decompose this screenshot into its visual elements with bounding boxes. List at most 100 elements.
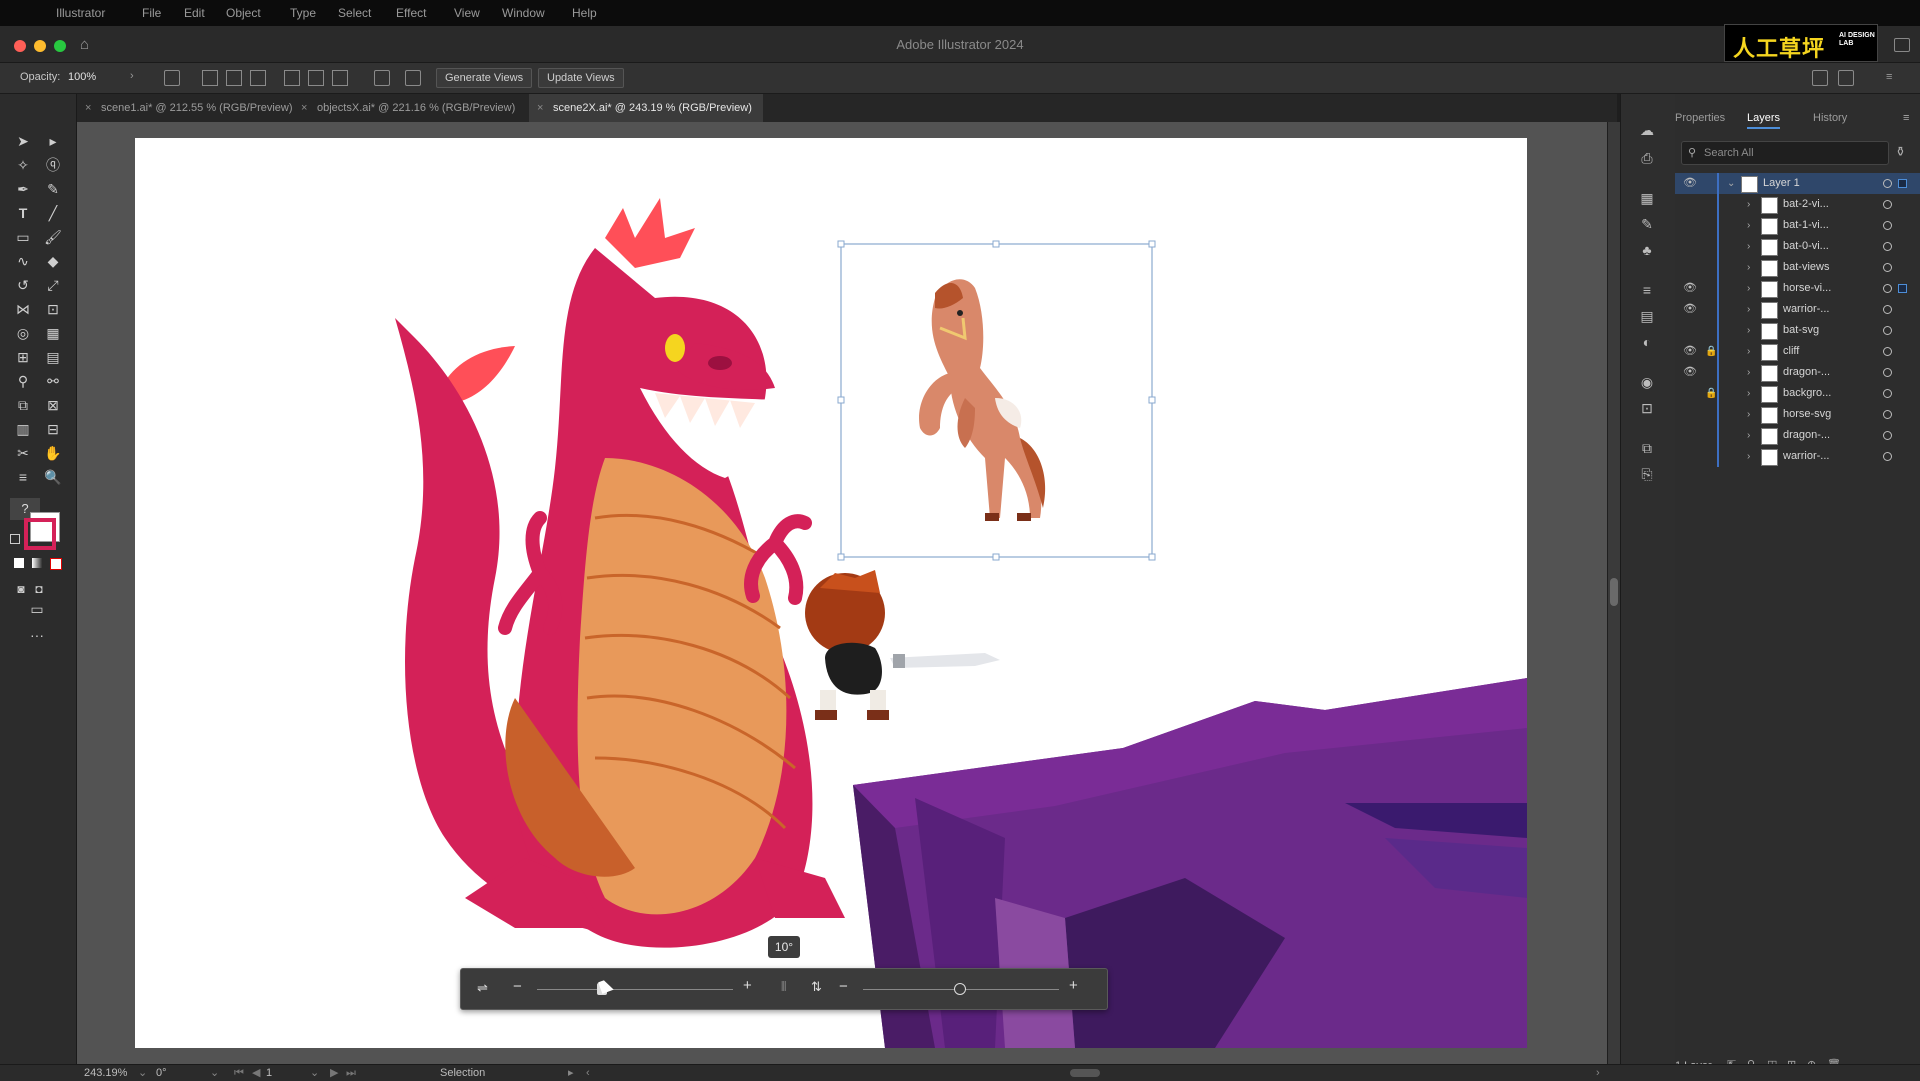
layer-name[interactable]: bat-views	[1783, 257, 1829, 278]
recolor-icon[interactable]	[164, 70, 180, 86]
search-input[interactable]: Search All	[1704, 142, 1754, 164]
layer-name[interactable]: bat-1-vi...	[1783, 215, 1829, 236]
menu-effect[interactable]: Effect	[396, 6, 426, 20]
layer-name[interactable]: bat-2-vi...	[1783, 194, 1829, 215]
lasso-tool-icon[interactable]: ⓠ	[42, 154, 64, 176]
zoom-level[interactable]: 243.19%	[84, 1065, 127, 1081]
target-icon[interactable]	[1883, 242, 1892, 251]
layer-name[interactable]: horse-vi...	[1783, 278, 1831, 299]
target-icon[interactable]	[1883, 200, 1892, 209]
layer-name[interactable]: bat-0-vi...	[1783, 236, 1829, 257]
tab-properties[interactable]: Properties	[1675, 112, 1725, 124]
chevron-down-icon[interactable]: ⌄	[310, 1065, 319, 1081]
curvature-tool-icon[interactable]: ✎	[42, 178, 64, 200]
layer-row[interactable]: 👁 › warrior-...	[1675, 299, 1920, 320]
rotate-tool-icon[interactable]: ↺	[12, 274, 34, 296]
target-icon[interactable]	[1883, 389, 1892, 398]
layer-row[interactable]: 👁 › horse-vi...	[1675, 278, 1920, 299]
chevron-right-icon[interactable]: ›	[1747, 194, 1750, 215]
chevron-down-icon[interactable]: ⌄	[138, 1065, 147, 1081]
rectangle-tool-icon[interactable]: ▭	[12, 226, 34, 248]
visibility-eye-icon[interactable]: 👁	[1683, 173, 1697, 194]
align-top-icon[interactable]	[284, 70, 300, 86]
draw-behind-icon[interactable]: ◘	[28, 578, 50, 600]
gradient-icon[interactable]: ▤	[1638, 308, 1656, 324]
arrange-icon[interactable]	[1812, 70, 1828, 86]
transform-icon[interactable]	[374, 70, 390, 86]
arrange-panel-icon[interactable]	[1894, 38, 1910, 52]
target-icon[interactable]	[1883, 326, 1892, 335]
selection-indicator[interactable]	[1898, 284, 1907, 293]
target-icon[interactable]	[1883, 410, 1892, 419]
default-colors-icon[interactable]	[10, 534, 20, 544]
sliders-icon[interactable]: ⇌	[477, 980, 488, 996]
shaper-tool-icon[interactable]: ∿	[12, 250, 34, 272]
swatches-icon[interactable]: ▦	[1638, 190, 1656, 206]
layer-row[interactable]: 🔒 › backgro...	[1675, 383, 1920, 404]
shape-builder-tool-icon[interactable]: ◎	[12, 322, 34, 344]
horse-artwork[interactable]	[919, 279, 1046, 521]
libraries-icon[interactable]: ☁	[1638, 122, 1656, 138]
chevron-right-icon[interactable]: ›	[1747, 404, 1750, 425]
visibility-eye-icon[interactable]: 👁	[1683, 278, 1697, 299]
align-middle-icon[interactable]	[308, 70, 324, 86]
tab-layers[interactable]: Layers	[1747, 112, 1781, 129]
tab-objectsx[interactable]: × objectsX.ai* @ 221.16 % (RGB/Preview)	[293, 94, 553, 122]
target-icon[interactable]	[1883, 221, 1892, 230]
update-views-button[interactable]: Update Views	[538, 68, 624, 88]
selection-indicator[interactable]	[1898, 179, 1907, 188]
stroke-icon[interactable]: ≡	[1638, 282, 1656, 298]
align-left-icon[interactable]	[202, 70, 218, 86]
menu-window[interactable]: Window	[502, 6, 545, 20]
artboard-number[interactable]: 1	[266, 1065, 272, 1081]
target-icon[interactable]	[1883, 179, 1892, 188]
chevron-right-icon[interactable]: ›	[1747, 320, 1750, 341]
layer-name[interactable]: cliff	[1783, 341, 1799, 362]
symbols-icon[interactable]: ♣	[1638, 242, 1656, 258]
flip-icon[interactable]: ⫴	[781, 979, 786, 995]
visibility-eye-icon[interactable]: 👁	[1683, 299, 1697, 320]
layer-name[interactable]: warrior-...	[1783, 299, 1829, 320]
gradient-tool-icon[interactable]: ▤	[42, 346, 64, 368]
mesh-tool-icon[interactable]: ⊞	[12, 346, 34, 368]
selection-tool-icon[interactable]: ➤	[12, 130, 34, 152]
blend-tool-icon[interactable]: ⧉	[12, 394, 34, 416]
scale-tool-icon[interactable]: ⤢	[42, 274, 64, 296]
filter-icon[interactable]: ⚱	[1895, 144, 1906, 160]
layer-name[interactable]: warrior-...	[1783, 446, 1829, 467]
paintbrush-tool-icon[interactable]: 🖌	[42, 226, 64, 248]
slice-tool-icon[interactable]: ✂	[12, 442, 34, 464]
layer-name[interactable]: dragon-...	[1783, 425, 1830, 446]
layer-name[interactable]: backgro...	[1783, 383, 1831, 404]
close-tab-icon[interactable]: ×	[85, 94, 91, 122]
layer-name[interactable]: Layer 1	[1763, 173, 1800, 194]
layer-name[interactable]: horse-svg	[1783, 404, 1831, 425]
visibility-eye-icon[interactable]: 👁	[1683, 341, 1697, 362]
layer-row[interactable]: 👁 ⌄ Layer 1	[1675, 173, 1920, 194]
chevron-down-icon[interactable]: ⌄	[1727, 173, 1735, 194]
layer-row[interactable]: › bat-0-vi...	[1675, 236, 1920, 257]
chevron-right-icon[interactable]: ›	[1747, 425, 1750, 446]
layer-name[interactable]: bat-svg	[1783, 320, 1819, 341]
distribute-icon[interactable]	[1838, 70, 1854, 86]
type-tool-icon[interactable]: T	[12, 202, 34, 224]
chevron-right-icon[interactable]: ›	[1747, 278, 1750, 299]
prev-artboard-icon[interactable]: ◀	[252, 1065, 260, 1081]
pen-tool-icon[interactable]: ✒	[12, 178, 34, 200]
hand-tool-icon[interactable]: ✋	[42, 442, 64, 464]
chevron-right-icon[interactable]: ›	[1747, 383, 1750, 404]
layer-row[interactable]: › horse-svg	[1675, 404, 1920, 425]
zoom-in-icon[interactable]: +	[743, 977, 752, 994]
generate-views-button[interactable]: Generate Views	[436, 68, 533, 88]
rotate-options-icon[interactable]: ⇅	[811, 979, 822, 995]
zoom-slider-track[interactable]	[537, 989, 733, 990]
layer-row[interactable]: › warrior-...	[1675, 446, 1920, 467]
eyedropper-tool-icon[interactable]: ⚲	[12, 370, 34, 392]
graphic-styles-icon[interactable]: ⊡	[1638, 400, 1656, 416]
menu-help[interactable]: Help	[572, 6, 597, 20]
last-artboard-icon[interactable]: ⏭	[346, 1065, 356, 1081]
direct-selection-tool-icon[interactable]: ▸	[42, 130, 64, 152]
line-tool-icon[interactable]: ╱	[42, 202, 64, 224]
align-bottom-icon[interactable]	[332, 70, 348, 86]
layer-row[interactable]: › bat-2-vi...	[1675, 194, 1920, 215]
